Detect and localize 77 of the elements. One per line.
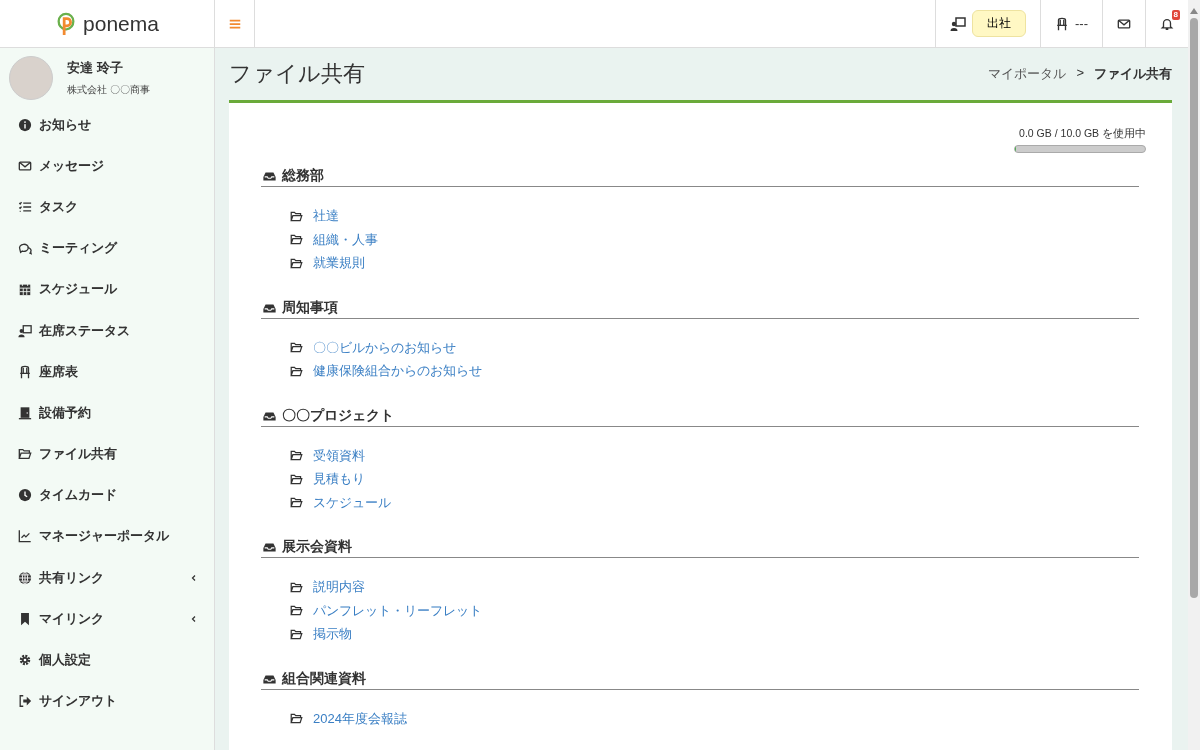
folder-icon <box>289 209 304 223</box>
folder-link[interactable]: 組織・人事 <box>313 230 378 249</box>
folder-icon <box>289 580 304 594</box>
chevron-left-icon <box>190 572 198 583</box>
folder-link[interactable]: 掲示物 <box>313 625 352 644</box>
company-name: 株式会社 〇〇商事 <box>67 83 150 97</box>
person-screen-icon <box>950 15 966 32</box>
notification-count: 8 <box>1171 9 1180 20</box>
globe-icon <box>18 570 32 585</box>
folder-link[interactable]: 2024年度会報誌 <box>313 709 407 728</box>
envelope-icon <box>1117 16 1131 31</box>
sign-out-icon <box>18 694 32 709</box>
breadcrumb-link[interactable]: マイポータル <box>988 65 1067 83</box>
sidebar-item[interactable]: ファイル共有 <box>0 433 214 475</box>
sidebar-item[interactable]: タスク <box>0 186 214 228</box>
line-chart-icon <box>18 529 32 544</box>
person-screen-icon <box>18 323 32 338</box>
section-heading: 展示会資料 <box>282 538 352 556</box>
chair-icon <box>1055 16 1069 31</box>
attendance-button[interactable]: 出社 <box>972 10 1026 37</box>
section-heading: 〇〇プロジェクト <box>282 406 394 425</box>
folder-link[interactable]: 説明内容 <box>313 578 365 597</box>
sidebar-item[interactable]: 個人設定 <box>0 639 214 681</box>
chevron-left-icon <box>190 613 198 624</box>
avatar <box>9 56 53 100</box>
folder-icon <box>289 627 304 641</box>
folder-link[interactable]: 受領資料 <box>313 446 365 465</box>
breadcrumb-current: ファイル共有 <box>1094 65 1172 83</box>
checklist-icon <box>18 199 32 214</box>
sidebar-item[interactable]: 在席ステータス <box>0 309 214 352</box>
page-title: ファイル共有 <box>229 60 365 88</box>
bookmark-icon <box>18 611 32 626</box>
door-icon <box>18 405 32 420</box>
sidebar-item[interactable]: ミーティング <box>0 227 214 269</box>
bell-icon <box>1160 16 1174 31</box>
storage-usage-text: 0.0 GB / 10.0 GB を使用中 <box>1019 127 1146 141</box>
sidebar-item[interactable]: サインアウト <box>0 680 214 722</box>
section-heading: 組合関連資料 <box>282 669 366 688</box>
folder-link[interactable]: パンフレット・リーフレット <box>313 601 482 620</box>
folder-link[interactable]: スケジュール <box>313 493 391 512</box>
folder-icon <box>289 449 304 463</box>
sidebar-item[interactable]: 設備予約 <box>0 392 214 434</box>
folder-icon <box>289 472 304 486</box>
clock-icon <box>18 488 32 503</box>
sidebar-item[interactable]: タイムカード <box>0 474 214 516</box>
sidebar-item[interactable]: マネージャーポータル <box>0 515 214 558</box>
section-heading: 総務部 <box>282 167 324 185</box>
sidebar-item[interactable]: お知らせ <box>0 104 214 146</box>
folder-link[interactable]: 就業規則 <box>313 254 365 273</box>
folder-link[interactable]: 社達 <box>313 207 339 226</box>
user-name: 安達 玲子 <box>67 59 124 77</box>
gear-icon <box>18 653 32 668</box>
sidebar-item[interactable]: マイリンク <box>0 598 214 640</box>
folder-link[interactable]: 〇〇ビルからのお知らせ <box>313 338 456 357</box>
folder-icon <box>18 447 32 462</box>
section-heading: 周知事項 <box>282 298 338 317</box>
chat-bubbles-icon <box>18 241 32 256</box>
logo-text: ponema <box>83 11 159 36</box>
folder-icon <box>289 256 304 270</box>
breadcrumb-separator: > <box>1076 65 1084 82</box>
calendar-icon <box>18 282 32 297</box>
folder-link[interactable]: 健康保険組合からのお知らせ <box>313 362 482 381</box>
sidebar-item[interactable]: メッセージ <box>0 145 214 187</box>
folder-icon <box>289 496 304 510</box>
folder-link[interactable]: 見積もり <box>313 470 365 489</box>
sidebar-item[interactable]: 共有リンク <box>0 557 214 599</box>
chair-icon <box>18 364 32 379</box>
folder-icon <box>289 604 304 618</box>
info-icon <box>18 117 32 132</box>
folder-icon <box>289 712 304 726</box>
scrollbar[interactable] <box>1188 0 1200 750</box>
folder-icon <box>289 233 304 247</box>
folder-icon <box>289 364 304 378</box>
sidebar-item[interactable]: スケジュール <box>0 268 214 310</box>
envelope-icon <box>18 158 32 173</box>
sidebar-item[interactable]: 座席表 <box>0 351 214 393</box>
folder-icon <box>289 341 304 355</box>
